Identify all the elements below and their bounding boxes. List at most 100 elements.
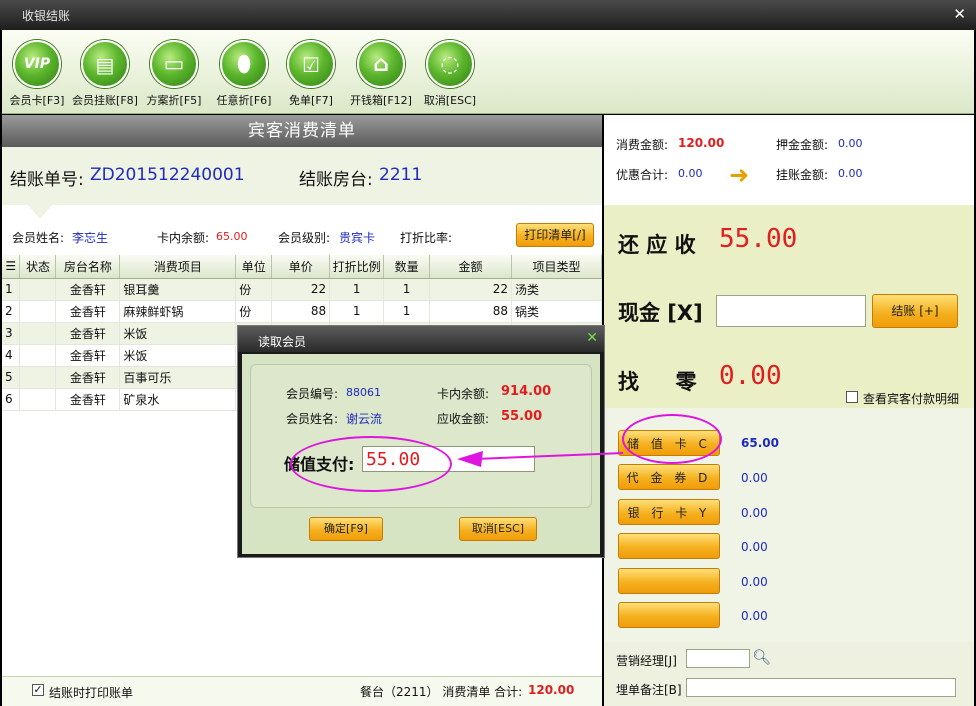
bill-no-label: 结账单号: xyxy=(10,170,84,190)
bill-info-pointer xyxy=(28,205,52,219)
member-name-label: 会员姓名: xyxy=(12,231,65,245)
summary-label: 餐台（2211） 消费清单 合计: xyxy=(360,685,523,699)
window-title: 收银结账 xyxy=(22,9,71,23)
discount-total-value: 0.00 xyxy=(678,167,703,180)
discount-total-label: 优惠合计: xyxy=(616,168,669,182)
summary-total: 120.00 xyxy=(528,683,575,697)
sales-manager-input[interactable] xyxy=(686,649,750,668)
member-credit-icon: ▤ xyxy=(81,40,129,88)
view-payment-detail-label: 查看宾客付款明细 xyxy=(863,392,960,406)
voucher-button[interactable]: 代 金 券 D xyxy=(618,464,720,490)
print-list-button[interactable]: 打印清单[/] xyxy=(516,223,594,247)
deposit-value: 0.00 xyxy=(838,137,863,150)
checkout-button[interactable]: 结账 [+] xyxy=(872,294,958,328)
member-detail-box: 会员编号: 88061 卡内余额: 914.00 会员姓名: 谢云流 应收金额:… xyxy=(250,364,592,508)
discount-rate-label: 打折比率: xyxy=(400,231,453,245)
arbitrary-discount-icon: ⬮ xyxy=(220,40,268,88)
toolbar: VIP 会员卡[F3] ▤ 会员挂账[F8] ▭ 方案折[F5] ⬮ 任意折[F… xyxy=(2,30,974,114)
room-label: 结账房台: xyxy=(299,170,373,190)
payment-slot-button[interactable] xyxy=(618,533,720,559)
dialog-member-name: 谢云流 xyxy=(346,412,383,426)
free-order-icon: ☑ xyxy=(287,40,335,88)
member-level: 贵宾卡 xyxy=(339,231,376,245)
receivable-label: 应收金额: xyxy=(437,412,490,426)
scheme-discount-button[interactable]: ▭ 方案折[F5] xyxy=(139,40,209,108)
search-icon[interactable]: 🔍︎ xyxy=(752,648,771,666)
column-header[interactable]: 消费项目 xyxy=(119,255,237,279)
consumption-list-header: 宾客消费清单 xyxy=(2,115,602,147)
toolbar-label: 免单[F7] xyxy=(289,94,333,107)
payment-slot-amount: 0.00 xyxy=(741,609,768,623)
column-header[interactable]: 单价 xyxy=(271,255,331,279)
payment-slot-amount: 0.00 xyxy=(741,540,768,554)
bank-card-button[interactable]: 银 行 卡 Y xyxy=(618,499,720,525)
credit-value: 0.00 xyxy=(838,167,863,180)
card-balance-label: 卡内余额: xyxy=(157,231,210,245)
column-header[interactable]: 数量 xyxy=(383,255,431,279)
annotation-ellipse xyxy=(622,414,722,464)
bill-note-input[interactable] xyxy=(686,678,956,697)
dialog-cancel-button[interactable]: 取消[ESC] xyxy=(459,517,537,541)
notes-panel: 营销经理[J] 🔍︎ 埋单备注[B] xyxy=(604,642,974,706)
card-balance: 65.00 xyxy=(216,230,248,243)
column-header[interactable]: 房台名称 xyxy=(55,255,121,279)
dialog-balance-label: 卡内余额: xyxy=(437,387,490,401)
toolbar-label: 取消[ESC] xyxy=(423,94,477,107)
table-row[interactable]: 1 金香轩 银耳羹 份 22 11 22 汤类 xyxy=(2,278,602,301)
table-header-row: ☰ 状态 房台名称 消费项目 单位 单价 打折比例 数量 金额 项目类型 xyxy=(2,255,602,279)
column-header[interactable]: 项目类型 xyxy=(511,255,602,279)
cash-drawer-button[interactable]: ⌂ 开钱箱[F12] xyxy=(346,40,416,108)
payment-slot-button[interactable] xyxy=(618,568,720,594)
column-header[interactable]: 打折比例 xyxy=(329,255,385,279)
room-value: 2211 xyxy=(379,165,423,185)
consume-value: 120.00 xyxy=(678,136,725,150)
toolbar-label: 方案折[F5] xyxy=(146,94,202,107)
row-selector-icon[interactable]: ☰ xyxy=(2,255,21,279)
deposit-label: 押金金额: xyxy=(776,138,829,152)
column-header[interactable]: 单位 xyxy=(235,255,273,279)
receivable-value: 55.00 xyxy=(501,409,543,424)
column-header[interactable]: 状态 xyxy=(19,255,57,279)
credit-label: 挂账金额: xyxy=(776,168,829,182)
payment-slot-amount: 0.00 xyxy=(741,575,768,589)
print-on-checkout-checkbox[interactable]: ✓ xyxy=(32,684,44,696)
view-payment-detail-checkbox[interactable] xyxy=(846,391,858,403)
vip-card-icon: VIP xyxy=(13,40,61,88)
left-footer: ✓ 结账时打印账单 餐台（2211） 消费清单 合计: 120.00 xyxy=(2,676,602,706)
dialog-title: 读取会员 xyxy=(258,335,307,349)
close-icon[interactable]: ✕ xyxy=(953,5,966,23)
toolbar-label: 任意折[F6] xyxy=(216,94,272,107)
arrow-right-icon: ➜ xyxy=(729,161,750,189)
sales-manager-label: 营销经理[J] xyxy=(616,654,677,668)
member-name: 李忘生 xyxy=(72,231,109,245)
change-value: 0.00 xyxy=(719,361,782,391)
arbitrary-discount-button[interactable]: ⬮ 任意折[F6] xyxy=(209,40,279,108)
cancel-toolbar-button[interactable]: ◌ 取消[ESC] xyxy=(415,40,485,108)
voucher-amount: 0.00 xyxy=(741,471,768,485)
bank-card-amount: 0.00 xyxy=(741,506,768,520)
free-order-button[interactable]: ☑ 免单[F7] xyxy=(276,40,346,108)
dialog-ok-button[interactable]: 确定[F9] xyxy=(309,517,383,541)
member-no-label: 会员编号: xyxy=(286,387,339,401)
toolbar-label: 会员卡[F3] xyxy=(9,94,65,107)
table-row[interactable]: 2 金香轩 麻辣鲜虾锅 份 88 11 88 锅类 xyxy=(2,300,602,323)
vip-card-button[interactable]: VIP 会员卡[F3] xyxy=(2,40,72,108)
due-panel: 还 应 收 55.00 现金 [X] 结账 [+] 找 零 0.00 查看宾客付… xyxy=(604,205,974,408)
toolbar-label: 开钱箱[F12] xyxy=(350,94,412,107)
window-titlebar: 收银结账 ✕ xyxy=(0,0,976,30)
member-credit-button[interactable]: ▤ 会员挂账[F8] xyxy=(70,40,140,108)
due-label: 还 应 收 xyxy=(618,233,696,257)
payment-slot-button[interactable] xyxy=(618,602,720,628)
dialog-close-icon[interactable]: ✕ xyxy=(586,330,598,346)
cash-drawer-icon: ⌂ xyxy=(357,40,405,88)
annotation-ellipse xyxy=(290,436,452,492)
cash-input[interactable] xyxy=(716,295,866,327)
stored-value-card-amount: 65.00 xyxy=(741,436,779,450)
dialog-member-name-label: 会员姓名: xyxy=(286,412,339,426)
toolbar-label: 会员挂账[F8] xyxy=(72,94,138,107)
scheme-discount-icon: ▭ xyxy=(150,40,198,88)
bill-info: 结账单号: ZD201512240001 结账房台: 2211 xyxy=(2,147,602,205)
column-header[interactable]: 金额 xyxy=(429,255,513,279)
change-label: 找 零 xyxy=(618,370,697,394)
bill-no: ZD201512240001 xyxy=(90,165,245,185)
